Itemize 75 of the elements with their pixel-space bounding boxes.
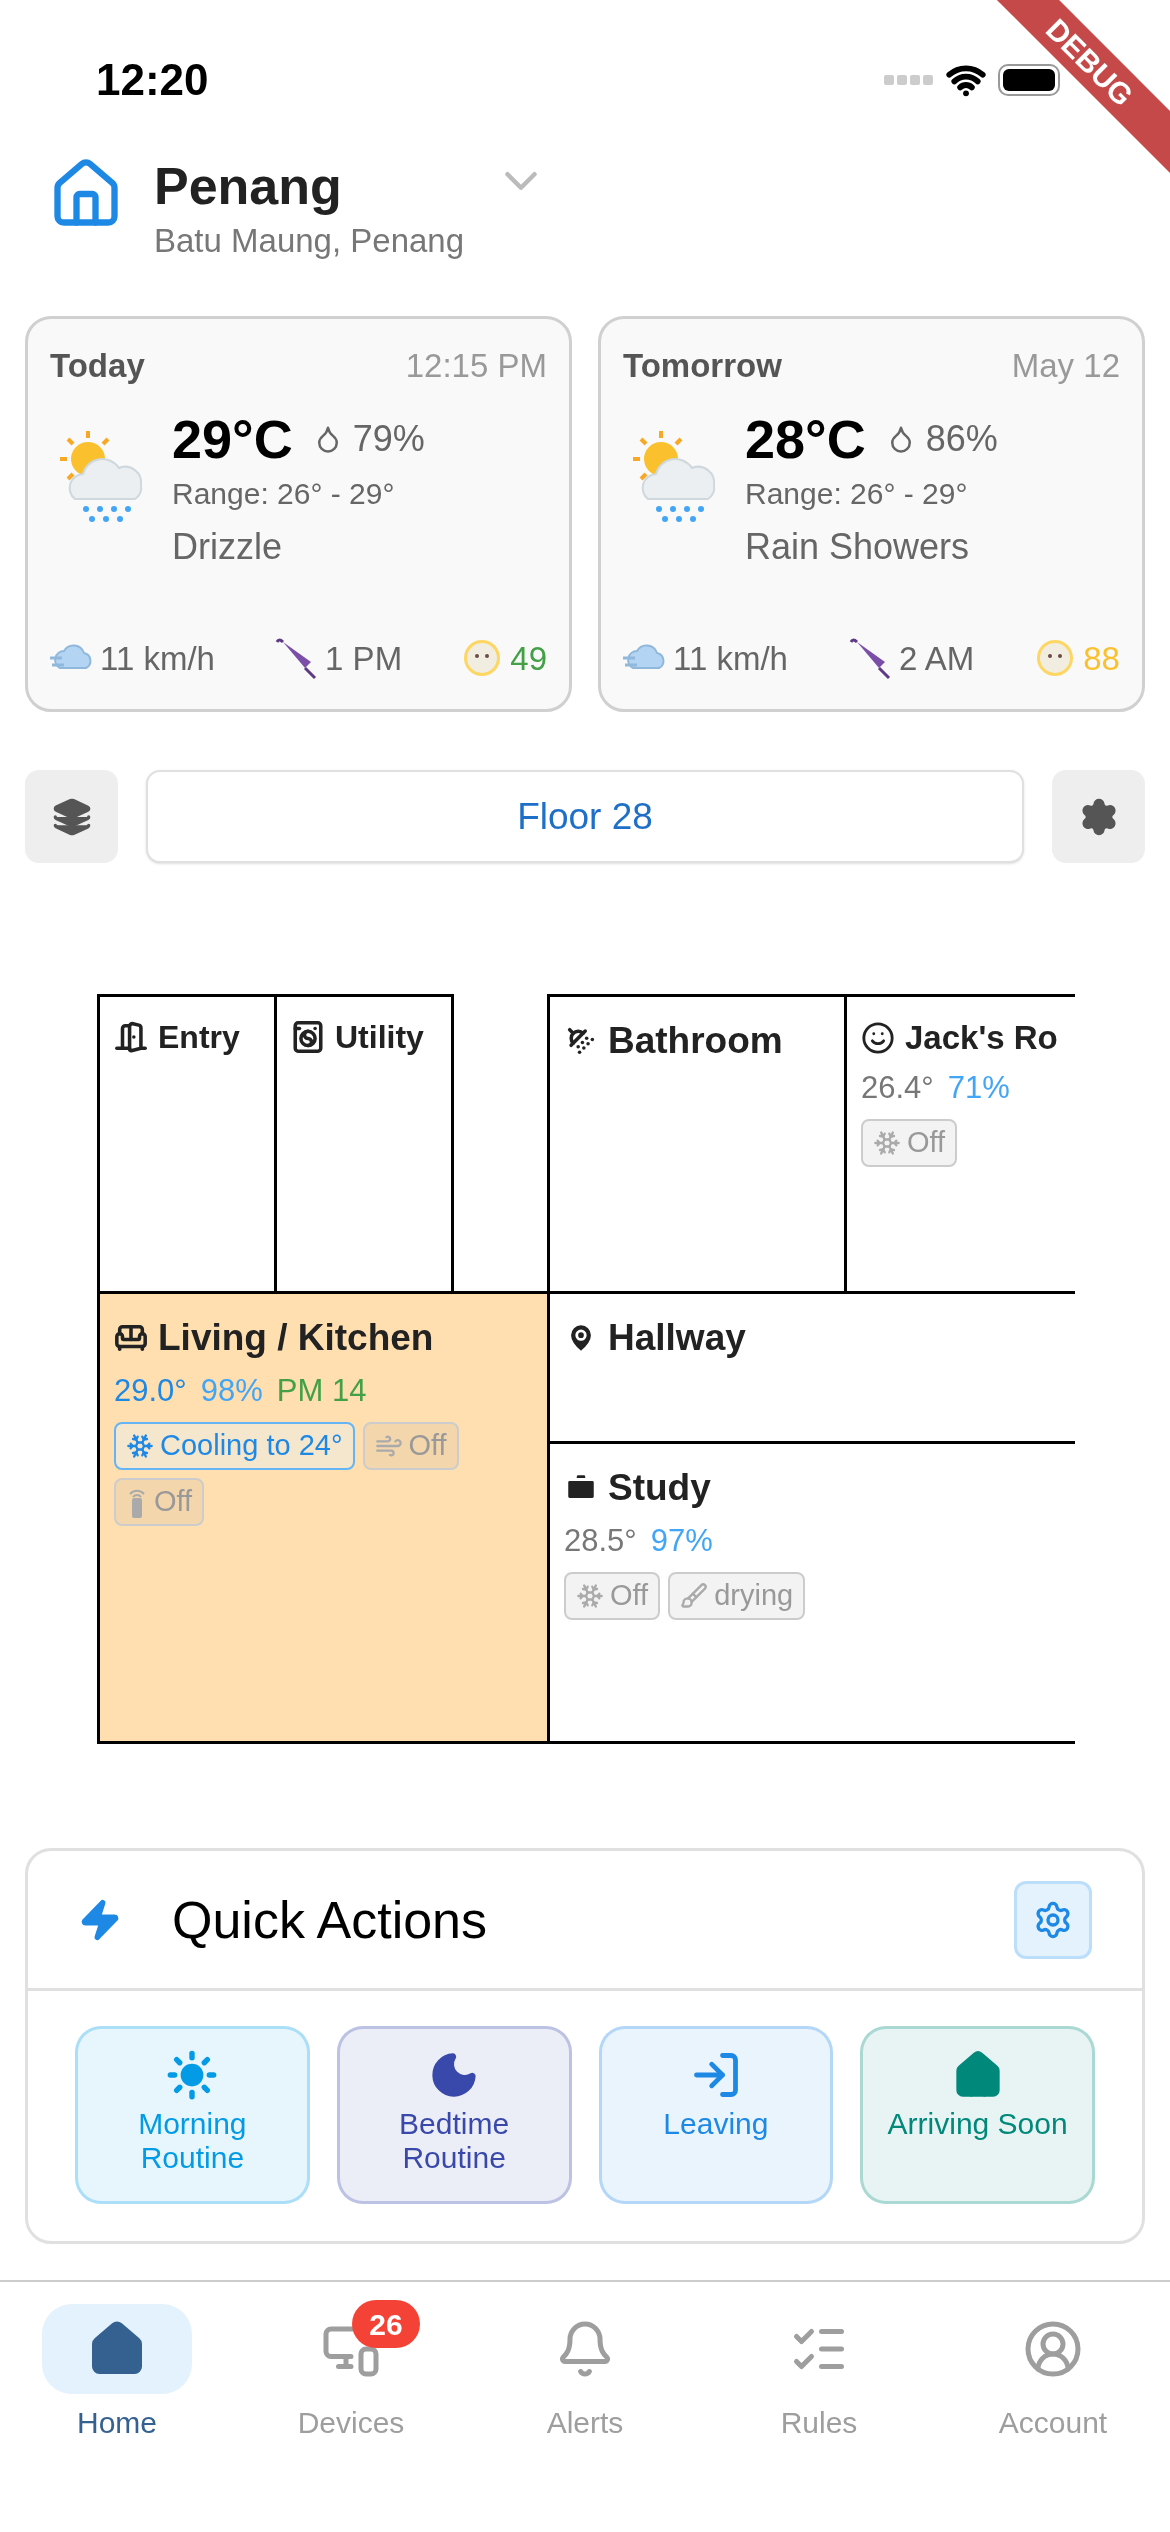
notification-badge: 26 [352,2300,420,2348]
nav-tab[interactable]: Alerts [468,2304,702,2532]
air-quality-value: 88 [1083,638,1120,679]
air-quality-value: 49 [510,638,547,679]
rain-time: 1 PM [325,638,403,679]
quick-action-button[interactable]: Bedtime Routine [336,2026,572,2204]
room-name: Bathroom [608,1019,783,1063]
day-label: Today [50,346,145,386]
humidity-value: 86% [925,416,998,461]
room-name: Entry [158,1018,240,1057]
device-chip[interactable]: Cooling to 24° [114,1422,355,1470]
umbrella-icon [849,636,893,681]
quick-action-button[interactable]: Arriving Soon [860,2026,1095,2204]
wind-speed: 11 km/h [100,638,215,679]
wind-speed: 11 km/h [673,638,788,679]
settings-button[interactable] [1052,770,1145,863]
time-label: 12:15 PM [405,346,547,386]
layers-icon [51,796,92,837]
device-chip[interactable]: Off [114,1478,205,1526]
account-icon [1023,2319,1083,2379]
snowflake-icon [576,1582,604,1610]
quick-action-button[interactable]: Leaving [598,2026,834,2204]
room-name: Jack's Ro [905,1018,1058,1058]
brush-icon [680,1582,709,1610]
room-temperature: 28.5° [564,1521,637,1560]
room-name: Study [608,1466,711,1510]
device-chip[interactable]: Off [564,1572,661,1620]
rain-time: 2 AM [899,638,975,679]
weather-card[interactable]: Tomorrow May 12 28°C 86% Range: 26° - 29° Rain Showers 11 km/h 2 AM 88 [598,316,1145,712]
face-mask-icon [462,638,503,679]
room-name: Living / Kitchen [158,1316,434,1360]
nav-tab[interactable]: Rules [702,2304,936,2532]
section-title: Quick Actions [172,1889,488,1951]
weather-condition: Drizzle [172,524,283,569]
layers-button[interactable] [25,770,118,863]
quick-action-button[interactable]: Morning Routine [75,2026,310,2204]
nav-tab[interactable]: Home [0,2304,234,2532]
room[interactable]: Living / Kitchen 29.0° 98% PM 14 Cooling to 24° Off Off [97,1291,550,1744]
status-time: 12:20 [96,54,209,106]
room[interactable]: Bathroom [547,994,847,1294]
settings-button[interactable] [1014,1880,1092,1959]
device-chip[interactable]: drying [668,1572,806,1620]
room-humidity: 71% [947,1068,1010,1107]
room[interactable]: Entry [97,994,277,1294]
room-temperature: 29.0° [114,1371,187,1410]
signal-icon [884,75,934,85]
sun-icon [166,2049,219,2101]
weather-card[interactable]: Today 12:15 PM 29°C 79% Range: 26° - 29° Drizzle 11 km/h 1 PM 49 [25,316,572,712]
temperature: 28°C [745,407,866,471]
room-humidity: 98% [200,1371,263,1410]
face-mask-icon [1035,638,1076,679]
home-title: Penang [154,156,343,216]
temperature-range: Range: 26° - 29° [745,475,969,512]
floor-selector[interactable]: Floor 28 [146,770,1024,863]
room-temperature: 26.4° [861,1068,934,1107]
face-icon [861,1020,895,1055]
room-name: Utility [335,1018,424,1057]
temperature: 29°C [172,407,293,471]
weather-condition: Rain Showers [745,524,971,569]
room-name: Hallway [608,1316,746,1360]
room-pm-value: PM 14 [276,1371,367,1410]
humidity-value: 79% [352,416,425,461]
home-subtitle: Batu Maung, Penang [154,221,465,261]
snowflake-icon [126,1432,154,1460]
nav-tab[interactable]: Account [936,2304,1170,2532]
day-label: Tomorrow [623,346,782,386]
device-chip[interactable]: Off [362,1422,459,1470]
room-humidity: 97% [650,1521,713,1560]
room[interactable]: Utility [274,994,454,1294]
door-icon [114,1020,148,1054]
washing-machine-icon [291,1020,325,1054]
device-chip[interactable]: Off [861,1119,958,1167]
time-label: May 12 [1011,346,1120,386]
temperature-range: Range: 26° - 29° [172,475,396,512]
snowflake-icon [873,1129,901,1157]
